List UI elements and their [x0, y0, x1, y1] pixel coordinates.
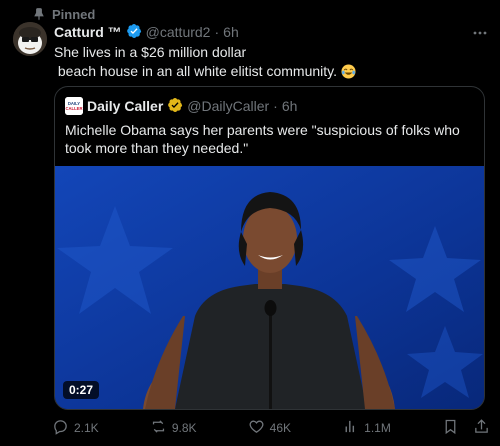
like-count: 46K — [269, 421, 292, 435]
heart-icon — [248, 418, 265, 438]
verified-badge-icon — [126, 23, 142, 42]
reply-button[interactable]: 2.1K — [52, 418, 99, 438]
share-icon[interactable] — [473, 418, 490, 438]
tweet-text-line-1: She lives in a $26 million dollar — [54, 44, 247, 60]
tweet-text: She lives in a $26 million dollar beach … — [54, 43, 474, 81]
repost-button[interactable]: 9.8K — [150, 418, 197, 438]
more-options-icon[interactable] — [472, 26, 488, 40]
reply-icon — [52, 418, 69, 438]
quote-text: Michelle Obama says her parents were "su… — [65, 122, 460, 156]
tweet-text-line-2: beach house in an all white elitist comm… — [54, 63, 341, 79]
tweet-time[interactable]: 6h — [223, 24, 239, 40]
right-actions — [442, 418, 490, 438]
pin-icon — [32, 7, 46, 21]
analytics-icon — [342, 418, 359, 438]
repost-count: 9.8K — [171, 421, 197, 435]
quote-separator-dot: · — [273, 98, 278, 114]
separator-dot: · — [214, 24, 220, 40]
pinned-indicator: Pinned — [32, 5, 95, 23]
views-button[interactable]: 1.1M — [342, 418, 391, 438]
pinned-label: Pinned — [52, 6, 96, 22]
tweet-actions: 2.1K 9.8K 46K 1.1M — [52, 418, 490, 438]
quote-author-handle[interactable]: @DailyCaller — [187, 98, 269, 114]
laughing-tears-emoji-icon — [341, 64, 356, 79]
quote-time[interactable]: 6h — [282, 98, 298, 114]
video-player[interactable]: 0:27 — [55, 166, 484, 409]
bookmark-icon[interactable] — [442, 418, 459, 438]
video-duration-badge: 0:27 — [63, 381, 100, 399]
tweet-header: Catturd ™ @catturd2 · 6h — [54, 23, 490, 41]
logo-text-bottom: CALLER — [66, 106, 83, 111]
quote-header: DAILY CALLER Daily Caller @DailyCaller ·… — [65, 97, 297, 115]
author-name[interactable]: Catturd ™ — [54, 24, 122, 40]
like-button[interactable]: 46K — [248, 418, 291, 438]
view-count: 1.1M — [364, 421, 391, 435]
gold-verified-badge-icon — [167, 97, 183, 116]
reply-count: 2.1K — [74, 421, 99, 435]
repost-icon — [150, 418, 167, 438]
daily-caller-logo[interactable]: DAILY CALLER — [65, 97, 83, 115]
quote-author-name[interactable]: Daily Caller — [87, 98, 163, 114]
video-thumbnail — [55, 166, 484, 409]
avatar[interactable] — [13, 22, 47, 56]
author-handle[interactable]: @catturd2 — [146, 24, 211, 40]
quote-tweet-card[interactable]: DAILY CALLER Daily Caller @DailyCaller ·… — [54, 86, 485, 410]
